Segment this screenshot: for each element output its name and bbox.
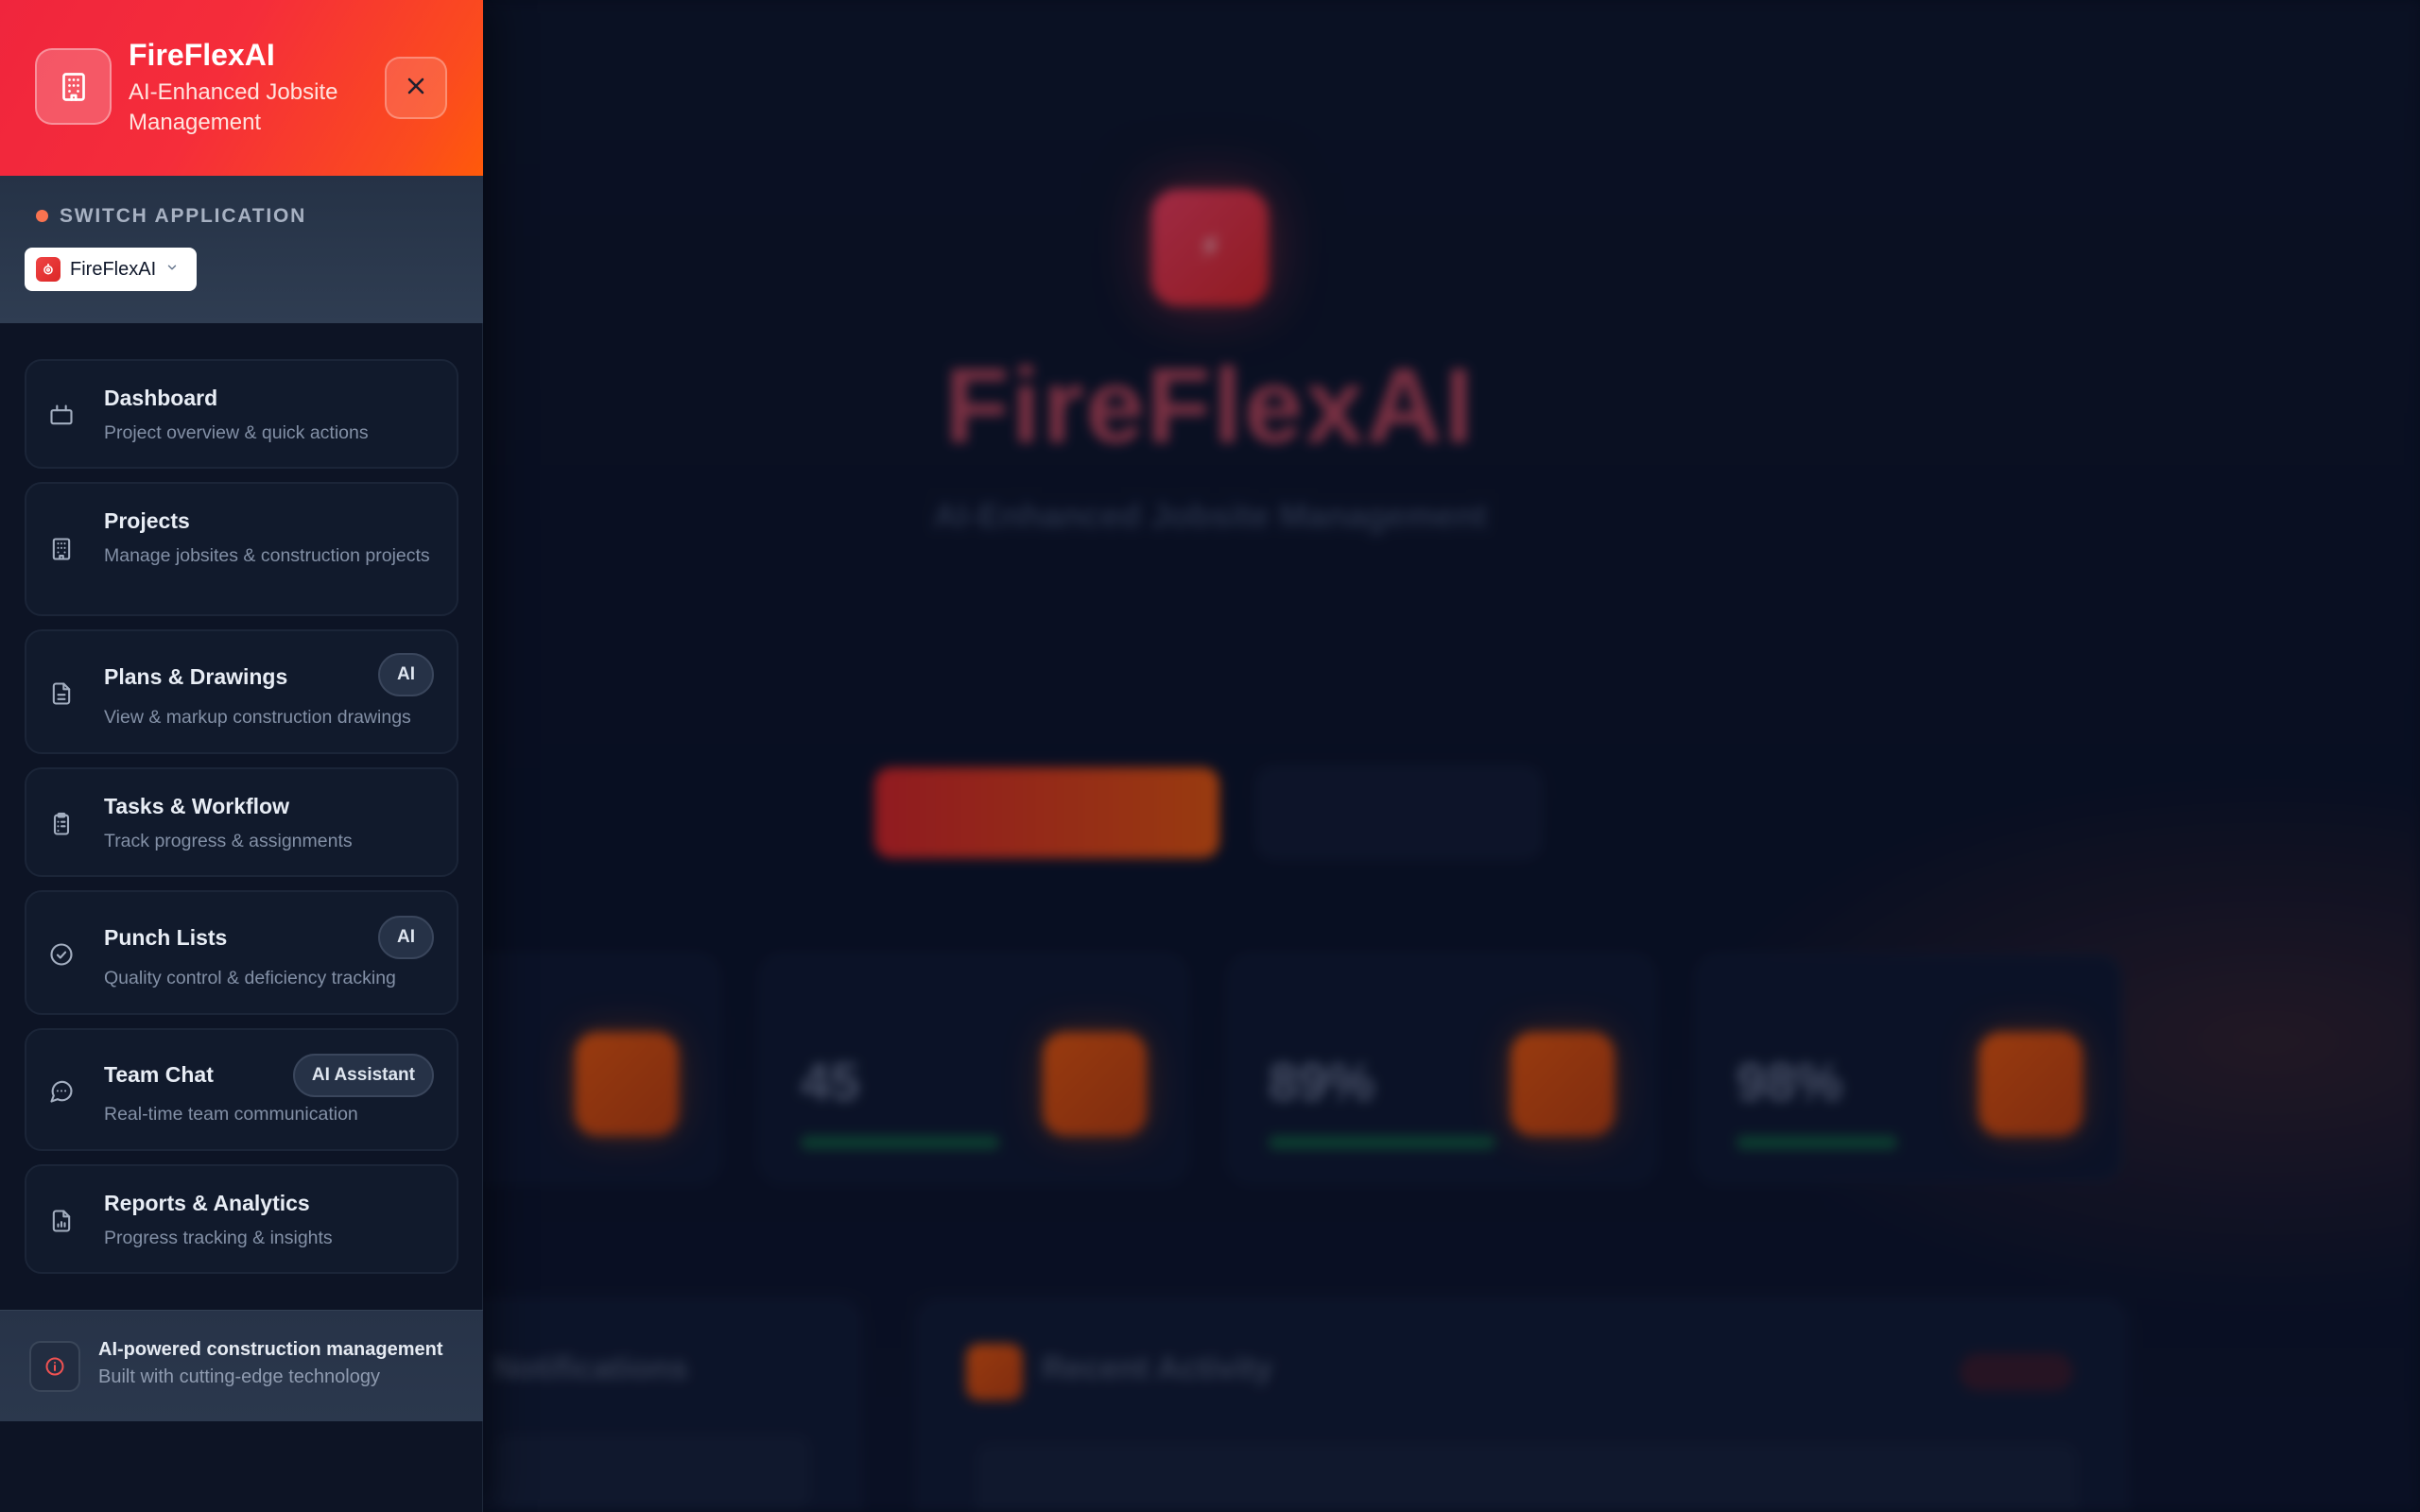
clipboard-icon (47, 810, 76, 838)
building-icon (35, 48, 112, 125)
sidebar-item-projects[interactable]: Projects Manage jobsites & construction … (25, 482, 458, 616)
ai-badge: AI (378, 916, 434, 959)
sidebar-item-plans-drawings[interactable]: Plans & Drawings AI View & markup constr… (25, 629, 458, 754)
sidebar-item-title: Dashboard (104, 386, 218, 410)
sidebar-header: FireFlexAI AI-Enhanced Jobsite Managemen… (0, 0, 483, 176)
building-icon (47, 535, 76, 563)
sidebar-item-title: Tasks & Workflow (104, 794, 289, 818)
chat-icon (47, 1077, 76, 1106)
sidebar-item-description: Quality control & deficiency tracking (104, 968, 396, 988)
footer-subtitle: Built with cutting-edge technology (98, 1366, 380, 1387)
footer-title: AI-powered construction management (98, 1339, 443, 1360)
app-logo-icon (36, 257, 60, 282)
sidebar-item-tasks-workflow[interactable]: Tasks & Workflow Track progress & assign… (25, 767, 458, 877)
check-circle-icon (47, 940, 76, 969)
sidebar-item-description: Manage jobsites & construction projects (104, 545, 430, 566)
close-button[interactable] (385, 57, 447, 119)
monitor-icon (47, 402, 76, 430)
brand-tagline: AI-Enhanced Jobsite Management (129, 79, 338, 135)
sidebar: FireFlexAI AI-Enhanced Jobsite Managemen… (0, 0, 483, 1512)
close-icon (403, 73, 429, 104)
sidebar-item-team-chat[interactable]: Team Chat AI Assistant Real-time team co… (25, 1028, 458, 1151)
sidebar-item-punch-lists[interactable]: Punch Lists AI Quality control & deficie… (25, 890, 458, 1015)
app-select-dropdown[interactable]: FireFlexAI (25, 248, 197, 291)
sidebar-item-title: Plans & Drawings (104, 664, 288, 689)
sidebar-item-description: Track progress & assignments (104, 831, 353, 851)
sidebar-item-description: Real-time team communication (104, 1104, 358, 1125)
sidebar-item-title: Team Chat (104, 1062, 214, 1087)
sidebar-item-reports-analytics[interactable]: Reports & Analytics Progress tracking & … (25, 1164, 458, 1274)
app-select-value: FireFlexAI (70, 258, 157, 280)
ai-badge: AI (378, 653, 434, 696)
switcher-label: SWITCH APPLICATION (60, 205, 307, 227)
info-icon (29, 1341, 80, 1392)
sidebar-item-description: View & markup construction drawings (104, 707, 411, 728)
sidebar-item-title: Punch Lists (104, 925, 228, 950)
report-icon (47, 1207, 76, 1235)
sidebar-item-dashboard[interactable]: Dashboard Project overview & quick actio… (25, 359, 458, 469)
sidebar-item-description: Progress tracking & insights (104, 1228, 333, 1248)
sidebar-item-description: Project overview & quick actions (104, 422, 369, 443)
brand-name: FireFlexAI (129, 38, 275, 72)
sidebar-item-title: Projects (104, 508, 190, 533)
app-switcher: SWITCH APPLICATION FireFlexAI (0, 176, 483, 323)
chevron-down-icon (165, 261, 179, 279)
sidebar-item-title: Reports & Analytics (104, 1191, 310, 1215)
document-icon (47, 679, 76, 708)
status-dot (36, 210, 48, 222)
ai-assistant-badge: AI Assistant (292, 1054, 434, 1097)
sidebar-footer: AI-powered construction management Built… (0, 1310, 483, 1421)
